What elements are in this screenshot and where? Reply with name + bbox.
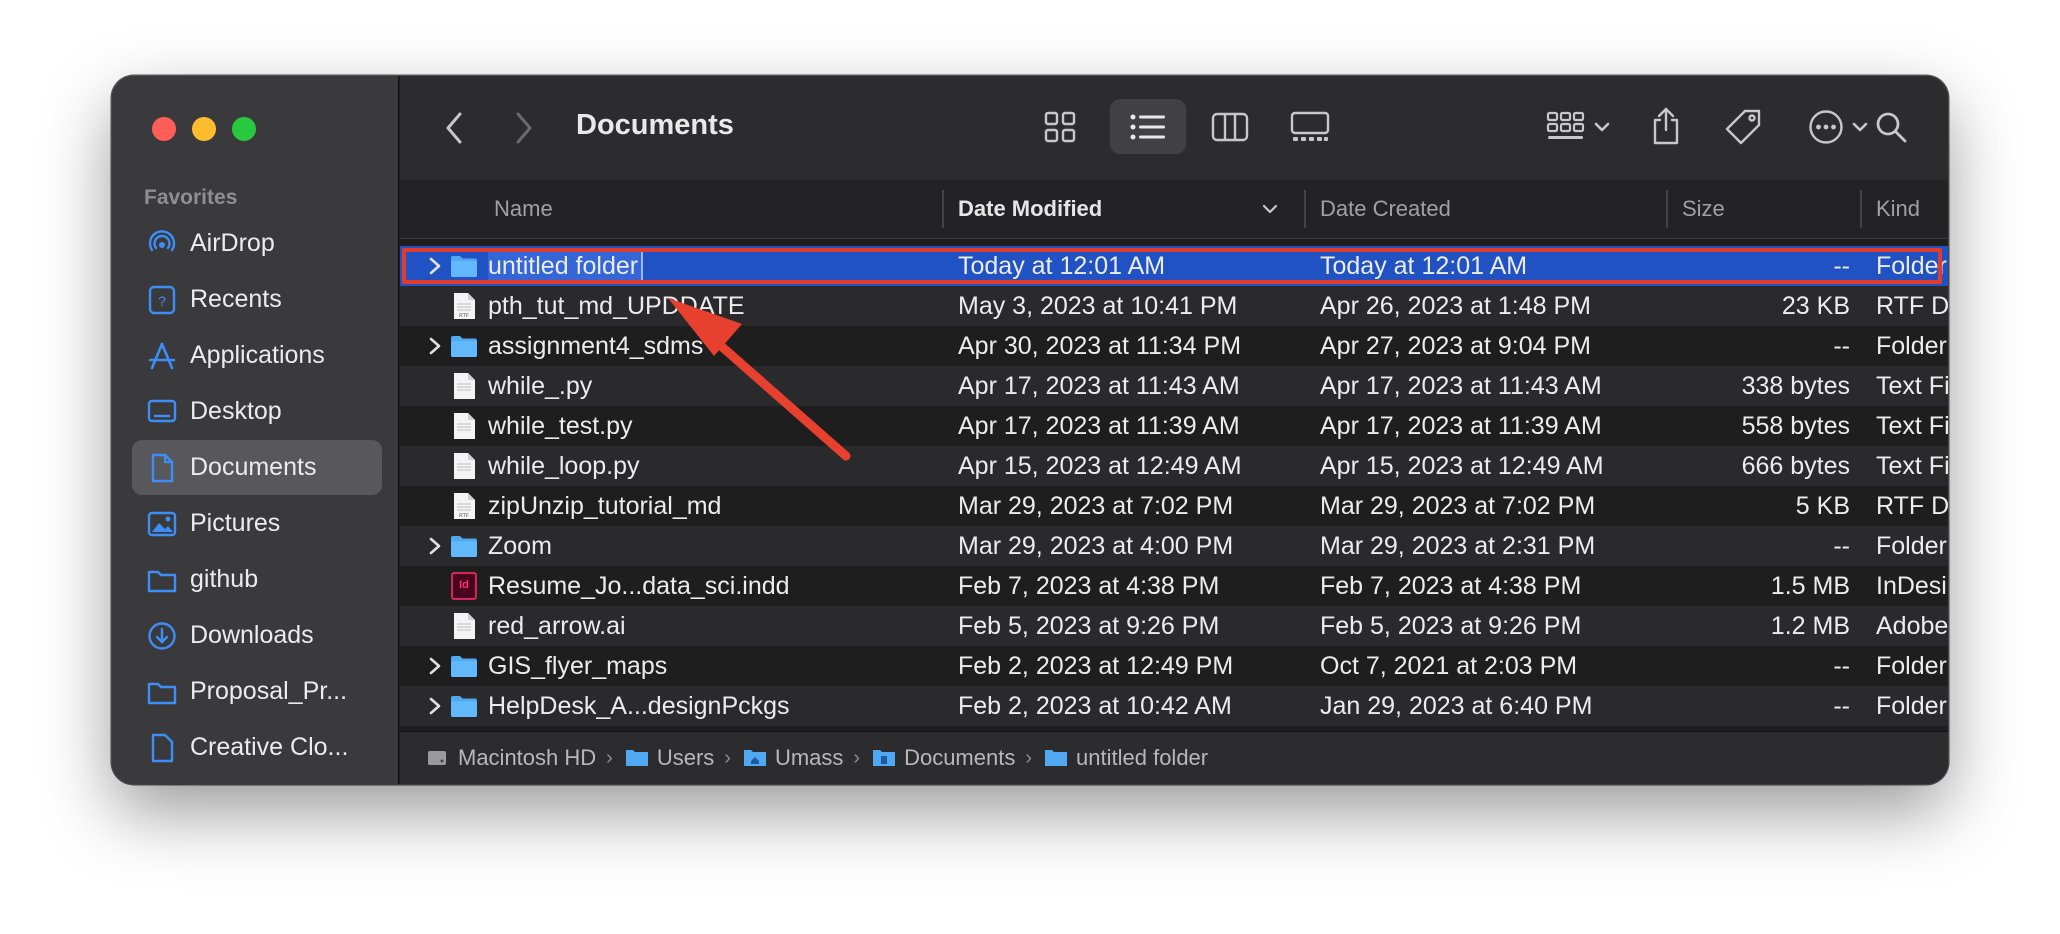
annotation-arrow [668, 298, 851, 461]
